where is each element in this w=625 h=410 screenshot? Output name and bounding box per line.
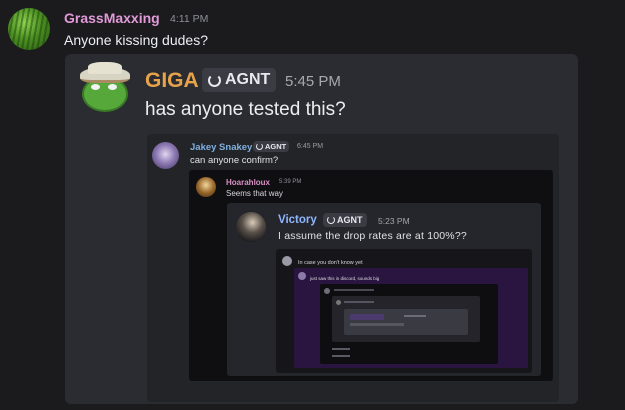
embedded-screenshot-nested: In case you don't know yet just saw this… [276, 249, 532, 373]
embedded-screenshot-nested-4 [332, 296, 480, 342]
server-tag-label: AGNT [225, 71, 271, 88]
message-text-blur [344, 301, 374, 303]
message-text: Seems that way [226, 189, 283, 198]
username: Jakey Snakey [190, 142, 253, 153]
username: Victory [278, 214, 317, 226]
server-tag-badge: AGNT [323, 213, 367, 227]
pepe-eye-right [108, 84, 117, 90]
pepe-avatar-icon [79, 62, 131, 114]
message-text: I assume the drop rates are at 100%?? [278, 230, 467, 242]
message-text-blur [350, 323, 404, 326]
username: GIGA [145, 69, 199, 92]
embedded-screenshot-jakey: Jakey Snakey AGNT 6:45 PM can anyone con… [147, 134, 559, 402]
user-avatar [336, 300, 341, 305]
timestamp: 6:45 PM [297, 143, 324, 150]
user-avatar [298, 272, 306, 280]
server-tag-badge: AGNT [253, 141, 290, 152]
server-tag-badge: AGNT [202, 68, 277, 92]
embedded-screenshot-victory: Victory AGNT 5:23 PM I assume the drop r… [227, 203, 541, 376]
safari-hat-crown [88, 62, 122, 74]
crescent-icon [256, 143, 263, 150]
message-text-blur [332, 348, 350, 350]
message-text-blur [332, 355, 350, 357]
pepe-eye-left [91, 84, 100, 90]
crescent-icon [327, 216, 335, 224]
user-avatar [324, 288, 330, 294]
message-text: Anyone kissing dudes? [64, 32, 208, 48]
user-avatar [282, 256, 292, 266]
user-avatar [196, 177, 216, 197]
crescent-icon [208, 73, 221, 87]
message-text-blur [404, 315, 426, 317]
embedded-screenshot-nested-2: just saw this in discord, sounds big [294, 268, 528, 368]
username: Hoarahloux [226, 178, 271, 187]
timestamp: 5:45 PM [285, 73, 341, 90]
message-text: can anyone confirm? [190, 155, 279, 166]
server-tag-label: AGNT [265, 142, 287, 151]
user-avatar [152, 142, 179, 169]
image-thumbnail [350, 314, 384, 320]
embedded-screenshot-nested-3 [320, 284, 498, 364]
message-text-blur [334, 289, 374, 291]
timestamp: 5:39 PM [279, 179, 302, 185]
embedded-screenshot-nested-5 [344, 309, 468, 335]
message-text: In case you don't know yet [298, 260, 363, 266]
timestamp: 5:23 PM [378, 216, 410, 226]
embedded-screenshot-hoarahloux: Hoarahloux 5:39 PM Seems that way Victor… [189, 170, 553, 381]
username[interactable]: GrassMaxxing [64, 10, 160, 26]
message-text: just saw this in discord, sounds big [310, 276, 380, 281]
user-avatar[interactable] [8, 8, 50, 50]
user-avatar [236, 212, 266, 242]
timestamp: 4:11 PM [170, 13, 209, 25]
embedded-screenshot-giga[interactable]: GIGA AGNT 5:45 PM has anyone tested this… [65, 54, 578, 404]
message-text: has anyone tested this? [145, 99, 346, 120]
server-tag-label: AGNT [337, 215, 363, 225]
